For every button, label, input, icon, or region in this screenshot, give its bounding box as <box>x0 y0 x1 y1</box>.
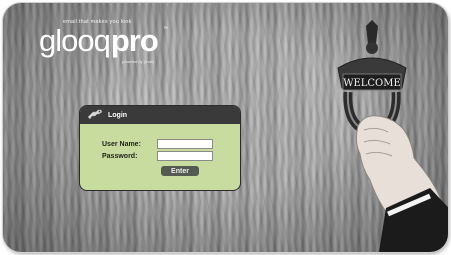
logo-main-text: glooq <box>39 23 111 58</box>
login-title: Login <box>108 111 128 119</box>
password-input[interactable] <box>157 151 213 161</box>
username-row: User Name: <box>102 139 213 149</box>
door-knocker-illustration: WELCOME <box>337 20 448 252</box>
key-hand-icon <box>86 108 104 122</box>
page-frame: email that makes you look glooq pro ™ po… <box>3 3 448 252</box>
username-label: User Name: <box>102 140 141 148</box>
enter-button[interactable]: Enter <box>161 166 199 176</box>
knocker-knob <box>366 42 378 54</box>
password-label: Password: <box>102 152 138 160</box>
brand-logo: glooq pro <box>39 23 159 59</box>
welcome-plate-text: WELCOME <box>343 78 401 89</box>
knocker-finial <box>366 20 378 44</box>
login-header: Login <box>80 106 240 124</box>
login-panel: Login User Name: Password: Enter <box>79 105 241 191</box>
powered-by-text: powered by (mail) <box>122 59 154 64</box>
logo-pro-text: pro <box>110 23 159 58</box>
password-row: Password: <box>102 151 213 161</box>
username-input[interactable] <box>157 139 213 149</box>
trademark-mark: ™ <box>163 26 168 32</box>
